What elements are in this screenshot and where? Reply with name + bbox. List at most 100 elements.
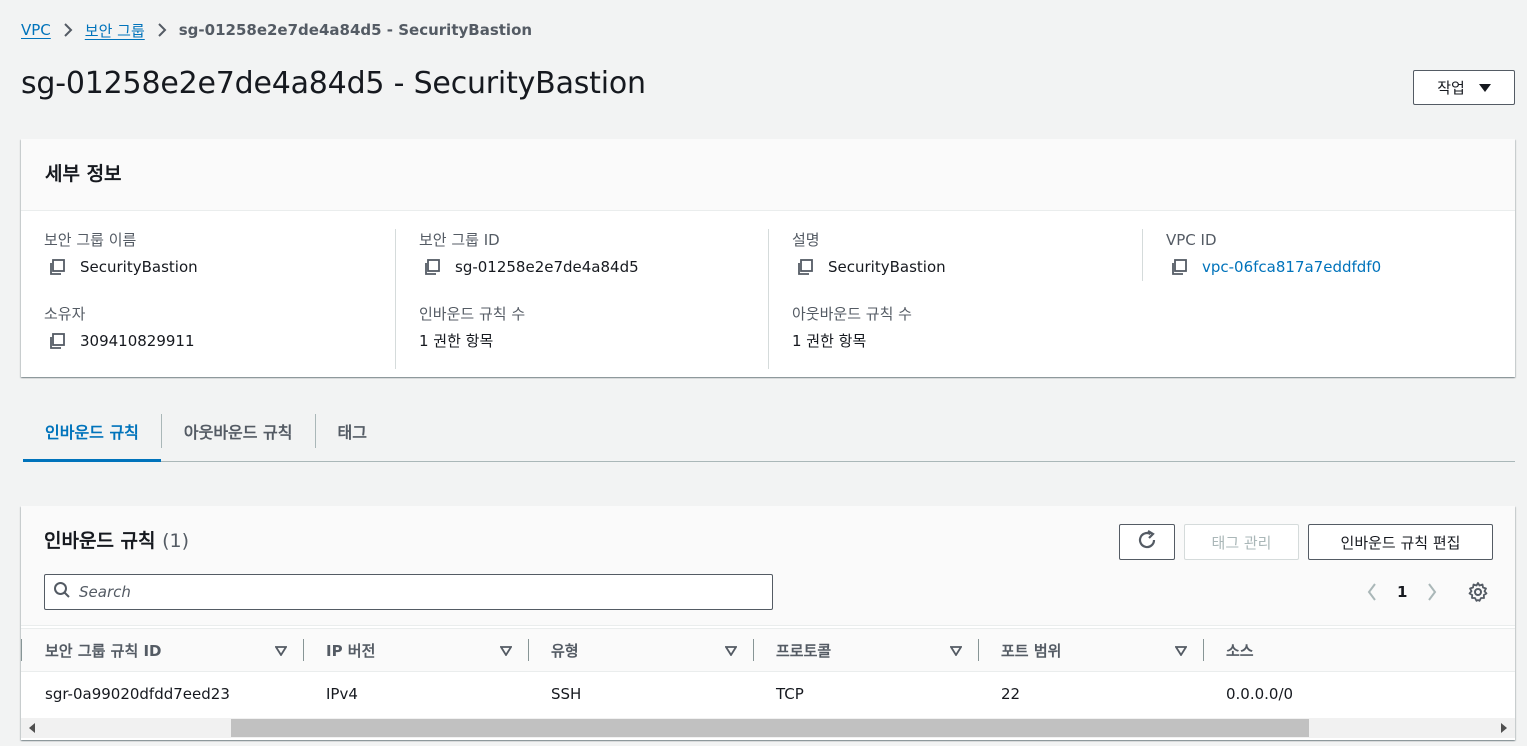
details-column-1: 보안 그룹 이름 SecurityBastion 소유자 30941082991… bbox=[44, 229, 396, 369]
scroll-right-icon[interactable] bbox=[1499, 723, 1509, 733]
inbound-rules-title: 인바운드 규칙 (1) bbox=[44, 526, 189, 553]
tab-tags[interactable]: 태그 bbox=[316, 400, 389, 461]
cell-source: 0.0.0.0/0 bbox=[1226, 685, 1294, 703]
cell-port-range: 22 bbox=[1001, 685, 1021, 703]
table-header: 보안 그룹 규칙 ID IP 버전 유형 프로토콜 포트 범위 소스 bbox=[21, 628, 1515, 672]
column-header-label: 포트 범위 bbox=[1001, 642, 1062, 660]
field-value: SecurityBastion bbox=[44, 255, 198, 279]
inbound-rules-panel: 인바운드 규칙 (1) 태그 관리 인바운드 규칙 편집 1 bbox=[21, 506, 1515, 740]
column-header-type[interactable]: 유형 bbox=[551, 629, 751, 672]
field-label: VPC ID bbox=[1166, 231, 1217, 249]
column-header-label: 보안 그룹 규칙 ID bbox=[45, 642, 162, 660]
copy-icon[interactable] bbox=[796, 258, 814, 276]
copy-icon[interactable] bbox=[48, 258, 66, 276]
field-label: 보안 그룹 이름 bbox=[44, 231, 137, 249]
cell-ip-version: IPv4 bbox=[326, 685, 358, 703]
gear-icon[interactable] bbox=[1467, 581, 1489, 603]
inbound-rules-title-text: 인바운드 규칙 bbox=[44, 530, 156, 552]
caret-down-icon bbox=[1478, 79, 1491, 97]
manage-tags-button[interactable]: 태그 관리 bbox=[1184, 524, 1299, 560]
copy-icon[interactable] bbox=[48, 332, 66, 350]
horizontal-scrollbar[interactable] bbox=[21, 718, 1515, 738]
edit-inbound-rules-button[interactable]: 인바운드 규칙 편집 bbox=[1308, 524, 1493, 560]
column-header-protocol[interactable]: 프로토콜 bbox=[776, 629, 976, 672]
cell-rule-id: sgr-0a99020dfdd7eed23 bbox=[45, 685, 230, 703]
actions-button[interactable]: 작업 bbox=[1413, 70, 1515, 105]
vpc-id-link[interactable]: vpc-06fca817a7eddfdf0 bbox=[1202, 255, 1381, 279]
details-title: 세부 정보 bbox=[45, 163, 122, 185]
column-divider bbox=[753, 639, 754, 661]
scrollbar-thumb[interactable] bbox=[231, 719, 1309, 737]
details-column-2: 보안 그룹 ID sg-01258e2e7de4a84d5 인바운드 규칙 수 … bbox=[395, 229, 769, 369]
details-header: 세부 정보 bbox=[21, 139, 1515, 211]
field-label: 설명 bbox=[792, 231, 820, 249]
inbound-rules-count: (1) bbox=[162, 530, 190, 552]
search-box bbox=[44, 574, 773, 610]
field-security-group-name: 보안 그룹 이름 SecurityBastion bbox=[44, 229, 198, 279]
column-header-port-range[interactable]: 포트 범위 bbox=[1001, 629, 1201, 672]
details-column-4: VPC ID vpc-06fca817a7eddfdf0 bbox=[1142, 229, 1515, 281]
sort-icon[interactable] bbox=[725, 645, 737, 656]
inbound-rules-header: 인바운드 규칙 (1) 태그 관리 인바운드 규칙 편집 1 bbox=[21, 506, 1515, 626]
column-header-label: IP 버전 bbox=[326, 642, 376, 660]
field-value: sg-01258e2e7de4a84d5 bbox=[419, 255, 639, 279]
field-security-group-id: 보안 그룹 ID sg-01258e2e7de4a84d5 bbox=[419, 229, 639, 279]
table-row[interactable]: sgr-0a99020dfdd7eed23 IPv4 SSH TCP 22 0.… bbox=[21, 672, 1515, 716]
column-header-ip-version[interactable]: IP 버전 bbox=[326, 629, 526, 672]
sort-icon[interactable] bbox=[1175, 645, 1187, 656]
column-divider bbox=[978, 639, 979, 661]
security-group-id-value: sg-01258e2e7de4a84d5 bbox=[455, 258, 639, 276]
refresh-icon bbox=[1136, 529, 1158, 555]
search-icon bbox=[53, 581, 71, 603]
field-value: SecurityBastion bbox=[792, 255, 946, 279]
column-header-source[interactable]: 소스 bbox=[1226, 629, 1426, 672]
column-header-label: 프로토콜 bbox=[776, 642, 832, 660]
cell-type: SSH bbox=[551, 685, 582, 703]
details-panel: 세부 정보 보안 그룹 이름 SecurityBastion 소유자 30941… bbox=[21, 139, 1515, 377]
current-page[interactable]: 1 bbox=[1397, 583, 1407, 601]
field-owner: 소유자 309410829911 bbox=[44, 303, 195, 353]
sort-icon[interactable] bbox=[275, 645, 287, 656]
field-label: 인바운드 규칙 수 bbox=[419, 305, 526, 323]
field-inbound-rule-count: 인바운드 규칙 수 1 권한 항목 bbox=[419, 303, 525, 353]
breadcrumb-link-vpc[interactable]: VPC bbox=[21, 21, 51, 39]
inbound-rule-count-value: 1 권한 항목 bbox=[419, 332, 494, 350]
sort-icon[interactable] bbox=[950, 645, 962, 656]
column-divider bbox=[303, 639, 304, 661]
field-description: 설명 SecurityBastion bbox=[792, 229, 946, 279]
field-outbound-rule-count: 아웃바운드 규칙 수 1 권한 항목 bbox=[792, 303, 912, 353]
pagination: 1 bbox=[1361, 578, 1443, 606]
field-vpc-id: VPC ID vpc-06fca817a7eddfdf0 bbox=[1166, 229, 1381, 279]
breadcrumb-current: sg-01258e2e7de4a84d5 - SecurityBastion bbox=[178, 21, 533, 39]
field-label: 아웃바운드 규칙 수 bbox=[792, 305, 912, 323]
scroll-left-icon[interactable] bbox=[27, 723, 37, 733]
chevron-right-icon bbox=[151, 19, 173, 41]
column-header-label: 유형 bbox=[551, 642, 579, 660]
tab-outbound-rules[interactable]: 아웃바운드 규칙 bbox=[162, 400, 315, 461]
field-label: 보안 그룹 ID bbox=[419, 231, 500, 249]
description-value: SecurityBastion bbox=[828, 258, 946, 276]
field-value: 309410829911 bbox=[44, 329, 195, 353]
breadcrumb: VPC 보안 그룹 sg-01258e2e7de4a84d5 - Securit… bbox=[21, 19, 532, 41]
sort-icon[interactable] bbox=[500, 645, 512, 656]
column-header-label: 소스 bbox=[1226, 642, 1254, 660]
column-divider bbox=[528, 639, 529, 661]
breadcrumb-link-security-groups[interactable]: 보안 그룹 bbox=[85, 20, 145, 41]
tabs: 인바운드 규칙 아웃바운드 규칙 태그 bbox=[23, 400, 1515, 462]
column-header-rule-id[interactable]: 보안 그룹 규칙 ID bbox=[45, 629, 290, 672]
chevron-right-icon bbox=[57, 19, 79, 41]
column-divider bbox=[1203, 639, 1204, 661]
field-label: 소유자 bbox=[44, 305, 86, 323]
actions-button-label: 작업 bbox=[1437, 79, 1465, 97]
owner-value: 309410829911 bbox=[80, 332, 195, 350]
details-grid: 보안 그룹 이름 SecurityBastion 소유자 30941082991… bbox=[21, 211, 1515, 377]
search-input[interactable] bbox=[79, 583, 759, 601]
field-value: vpc-06fca817a7eddfdf0 bbox=[1166, 255, 1381, 279]
chevron-right-icon[interactable] bbox=[1421, 581, 1443, 603]
refresh-button[interactable] bbox=[1119, 524, 1175, 560]
security-group-name-value: SecurityBastion bbox=[80, 258, 198, 276]
tab-inbound-rules[interactable]: 인바운드 규칙 bbox=[23, 400, 161, 462]
chevron-left-icon[interactable] bbox=[1361, 581, 1383, 603]
copy-icon[interactable] bbox=[1170, 258, 1188, 276]
copy-icon[interactable] bbox=[423, 258, 441, 276]
